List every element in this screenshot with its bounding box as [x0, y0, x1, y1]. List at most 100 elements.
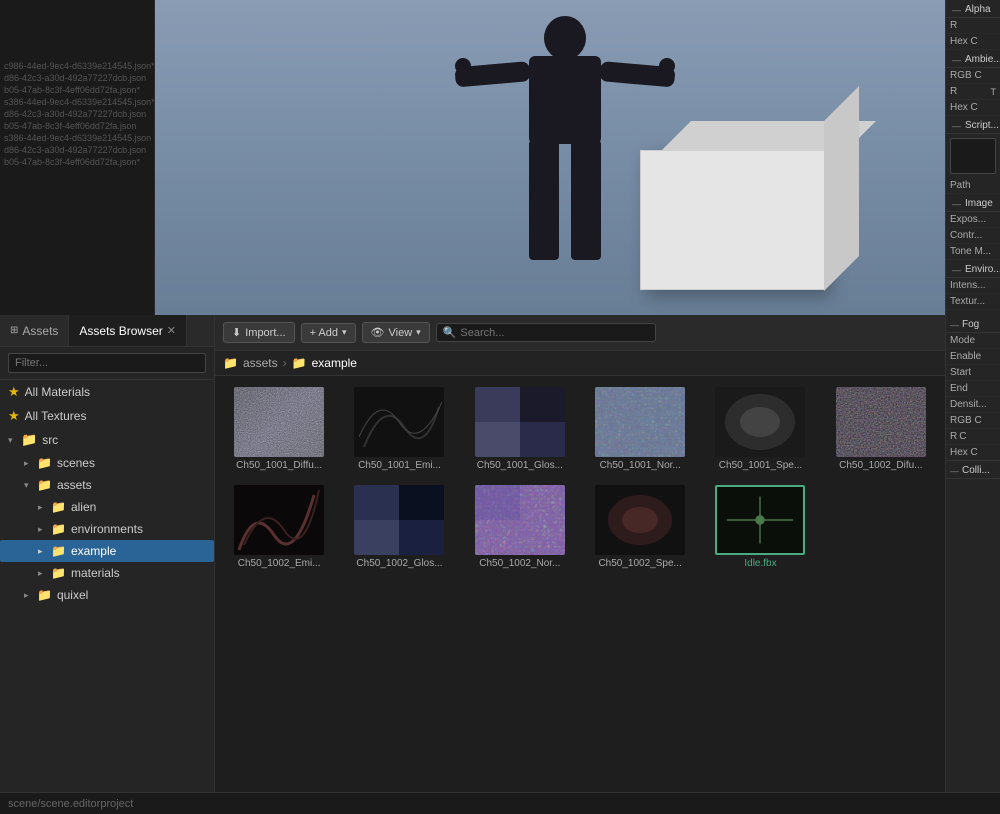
chevron-environments: ▸: [38, 524, 48, 535]
bottom-area: ⊞ Assets Assets Browser ✕ ★ All Material…: [0, 315, 1000, 792]
texture-label: Textur...: [950, 296, 996, 307]
script-placeholder: [950, 138, 996, 174]
collapse-icon-3: —: [952, 121, 961, 131]
fog-mode-label: Mode: [950, 335, 996, 346]
add-chevron-icon: ▾: [342, 327, 347, 338]
import-button[interactable]: ⬇ Import...: [223, 322, 295, 343]
chevron-materials: ▸: [38, 568, 48, 579]
intensity-row: Intens...: [946, 278, 1000, 294]
image-section-title: — Image: [946, 194, 1000, 212]
folder-icon-environments: 📁: [51, 522, 66, 536]
tree-item-src[interactable]: ▾ 📁 src: [0, 428, 214, 452]
breadcrumb-separator: ›: [283, 356, 287, 370]
example-label: example: [71, 544, 116, 558]
asset-item-11[interactable]: Idle.fbx: [704, 482, 816, 572]
asset-item-8[interactable]: Ch50_1002_Glos...: [343, 482, 455, 572]
asset-thumb-2: [354, 387, 444, 457]
file-path-item: d86-42c3-a30d-492a77227dcb.json: [0, 108, 154, 120]
expand-icon: ⊞: [10, 325, 18, 336]
file-path-item: s386-44ed-9ec4-d6339e214545.json: [0, 132, 154, 144]
add-button[interactable]: + Add ▾: [301, 323, 356, 343]
tree-item-all-textures[interactable]: ★ All Textures: [0, 404, 214, 428]
image-section: — Image Expos... Contr... Tone M...: [946, 194, 1000, 260]
exposure-row: Expos...: [946, 212, 1000, 228]
close-icon[interactable]: ✕: [167, 324, 176, 337]
fog-hex-row: Hex C: [946, 445, 1000, 461]
file-path-item: s386-44ed-9ec4-d6339e214545.json*: [0, 96, 154, 108]
ambient-rgb-row: RGB C: [946, 68, 1000, 84]
asset-thumb-11: [715, 485, 805, 555]
folder-icon-quixel: 📁: [37, 588, 52, 602]
contrast-row: Contr...: [946, 228, 1000, 244]
asset-thumb-7: [234, 485, 324, 555]
fog-rgb-label: RGB C: [950, 415, 996, 426]
eye-icon: 👁: [371, 326, 385, 339]
asset-item-10[interactable]: Ch50_1002_Spe...: [584, 482, 696, 572]
tonemapping-label: Tone M...: [950, 246, 996, 257]
fog-r-row: R C: [946, 429, 1000, 445]
panel-tab-bar: ⊞ Assets Assets Browser ✕: [0, 315, 214, 347]
tree-item-scenes[interactable]: ▸ 📁 scenes: [0, 452, 214, 474]
ambient-section: — Ambie... RGB C R T Hex C: [946, 50, 1000, 116]
view-button[interactable]: 👁 View ▾: [362, 322, 430, 343]
asset-label-7: Ch50_1002_Emi...: [238, 558, 321, 569]
chevron-quixel: ▸: [24, 590, 34, 601]
fog-section-title: — Fog: [946, 315, 1000, 333]
asset-label-3: Ch50_1001_Glos...: [477, 460, 563, 471]
collapse-icon-2: —: [952, 55, 961, 65]
file-path-item: b05-47ab-8c3f-4eff06dd72fa.json*: [0, 84, 154, 96]
assets-tab[interactable]: ⊞ Assets: [0, 315, 69, 346]
breadcrumb-bar: 📁 assets › 📁 example: [215, 351, 945, 376]
folder-icon-scenes: 📁: [37, 456, 52, 470]
colli-section: — Colli...: [946, 461, 1000, 479]
file-path-item: b05-47ab-8c3f-4eff06dd72fa.json: [0, 120, 154, 132]
script-section: — Script... Path: [946, 116, 1000, 194]
viewport-box: [640, 150, 825, 290]
asset-item-3[interactable]: Ch50_1001_Glos...: [464, 384, 576, 474]
contrast-label: Contr...: [950, 230, 996, 241]
asset-toolbar: ⬇ Import... + Add ▾ 👁 View ▾ 🔍: [215, 315, 945, 351]
tree-item-assets[interactable]: ▾ 📁 assets: [0, 474, 214, 496]
assets-browser-tab[interactable]: Assets Browser ✕: [69, 315, 187, 346]
tonemapping-row: Tone M...: [946, 244, 1000, 260]
asset-item-6[interactable]: Ch50_1002_Difu...: [825, 384, 937, 474]
asset-label-1: Ch50_1001_Diffu...: [236, 460, 322, 471]
asset-label-8: Ch50_1002_Glos...: [356, 558, 442, 569]
asset-item-7[interactable]: Ch50_1002_Emi...: [223, 482, 335, 572]
filter-input[interactable]: [8, 353, 206, 373]
asset-item-1[interactable]: Ch50_1001_Diffu...: [223, 384, 335, 474]
collapse-icon: —: [952, 5, 961, 15]
viewport-canvas[interactable]: [155, 0, 945, 315]
asset-item-9[interactable]: Ch50_1002_Nor...: [464, 482, 576, 572]
alien-label: alien: [71, 500, 96, 514]
asset-item-2[interactable]: Ch50_1001_Emi...: [343, 384, 455, 474]
tree-item-environments[interactable]: ▸ 📁 environments: [0, 518, 214, 540]
ambient-r-label: R: [950, 86, 988, 97]
breadcrumb-root[interactable]: assets: [243, 356, 278, 370]
alpha-label: Alpha: [965, 4, 991, 15]
asset-item-4[interactable]: Ch50_1001_Nor...: [584, 384, 696, 474]
asset-grid: Ch50_1001_Diffu... Ch50_1001_Emi...: [223, 384, 937, 572]
fog-end-row: End: [946, 381, 1000, 397]
asset-item-5[interactable]: Ch50_1001_Spe...: [704, 384, 816, 474]
asset-thumb-4: [595, 387, 685, 457]
search-icon: 🔍: [443, 326, 457, 339]
tree-item-alien[interactable]: ▸ 📁 alien: [0, 496, 214, 518]
texture-row: Textur...: [946, 294, 1000, 310]
tree-item-example[interactable]: ▸ 📁 example: [0, 540, 214, 562]
ambient-hex-label: Hex C: [950, 102, 996, 113]
tree-item-quixel[interactable]: ▸ 📁 quixel: [0, 584, 214, 606]
materials-label: materials: [71, 566, 120, 580]
viewport: c986-44ed-9ec4-d6339e214545.json* d86-42…: [0, 0, 1000, 315]
script-label: Script...: [965, 120, 999, 131]
filter-bar: [0, 347, 214, 380]
tree-item-materials[interactable]: ▸ 📁 materials: [0, 562, 214, 584]
search-input[interactable]: [460, 327, 648, 339]
fog-r-label: R: [950, 431, 957, 442]
exposure-label: Expos...: [950, 214, 996, 225]
search-box: 🔍: [436, 323, 656, 342]
folder-icon-breadcrumb-current: 📁: [292, 356, 307, 370]
chevron-alien: ▸: [38, 502, 48, 513]
tree-item-all-materials[interactable]: ★ All Materials: [0, 380, 214, 404]
asset-label-9: Ch50_1002_Nor...: [479, 558, 560, 569]
